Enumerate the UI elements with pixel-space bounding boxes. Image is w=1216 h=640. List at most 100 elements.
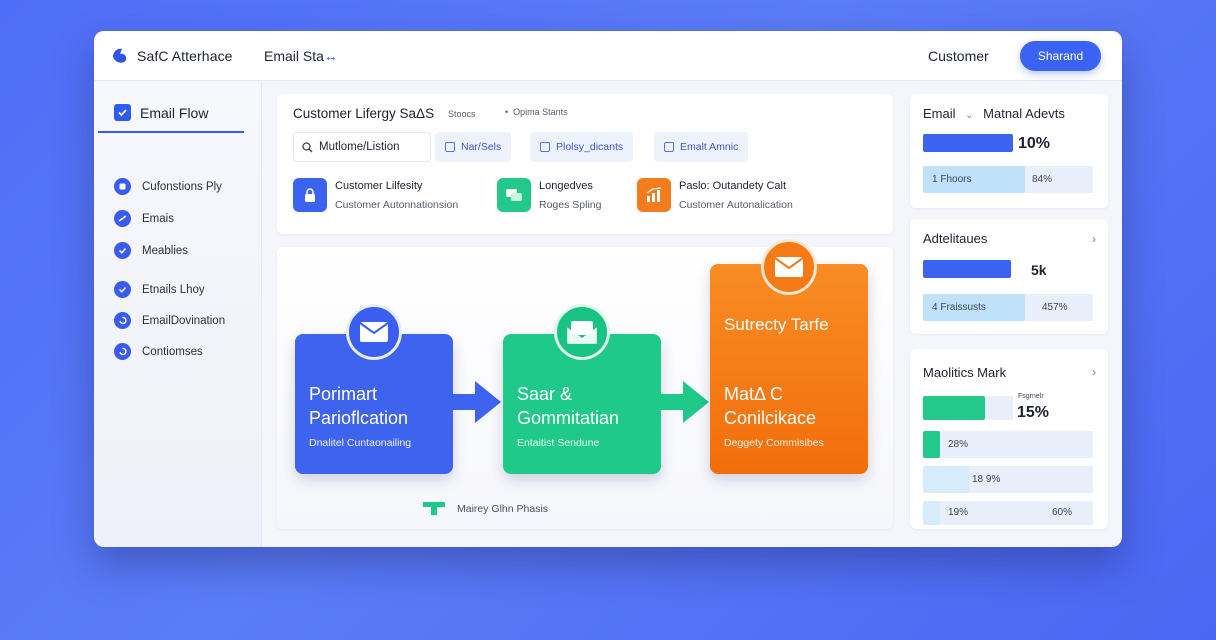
email-flow-diagram: Porimart Parioflcation Dnalitel Cuntaona… xyxy=(277,239,893,529)
search-icon xyxy=(302,141,313,152)
sidebar-item-label: Emais xyxy=(142,212,174,225)
search-input[interactable] xyxy=(319,141,429,153)
sidebar-heading-label: Email Flow xyxy=(140,104,209,121)
stat-bar xyxy=(923,134,1013,152)
top-bar: SafC Atterhace Email Sta↔ Customer Shara… xyxy=(94,31,1122,81)
feature-subtitle: Roges Spling xyxy=(539,199,602,211)
sidebar: Email Flow Cufonstions Ply Emais Meablie… xyxy=(94,82,262,547)
progress-label: 19% xyxy=(948,507,969,518)
sidebar-heading[interactable]: Email Flow xyxy=(114,104,208,121)
stat-value: 10% xyxy=(1018,135,1051,152)
flow-legend: Mairey Glhn Phasis xyxy=(423,502,548,516)
stat-value: 15% xyxy=(1017,404,1050,421)
step-title-line2: Gommitatian xyxy=(517,408,620,428)
lock-icon xyxy=(293,178,327,212)
filter-chip-emalt[interactable]: Emalt Amnic xyxy=(654,132,749,162)
chevron-right-icon[interactable]: › xyxy=(1092,365,1096,379)
card-status-label: Opima Stants xyxy=(513,107,568,117)
step-subtitle: Deggety Commisibes xyxy=(724,437,824,449)
refresh-icon xyxy=(114,343,131,360)
progress-label: 1 Fhoors xyxy=(932,174,972,185)
card-title: Customer Lifergy SaΔS xyxy=(293,106,435,121)
arrow-right-icon xyxy=(453,381,501,423)
progress-fill xyxy=(923,466,969,493)
progress-fill xyxy=(923,431,940,458)
card-subtitle: Stoocs xyxy=(448,109,476,119)
step-subtitle: Dnalitel Cuntaonailing xyxy=(309,437,412,449)
legend-label: Mairey Glhn Phasis xyxy=(457,503,549,515)
nav-email-stats[interactable]: Email Sta↔ xyxy=(264,48,338,64)
progress-value: 84% xyxy=(1032,174,1053,185)
step-title-line1: Saar & xyxy=(517,384,573,404)
mail-open-icon xyxy=(554,304,610,360)
chip-label: Nar/Sels xyxy=(461,141,502,153)
sidebar-item-label: Meablies xyxy=(142,244,189,257)
legend-marker-icon xyxy=(423,502,445,515)
stat-caption: Fsgrnelr xyxy=(1018,393,1044,400)
sidebar-item-emails[interactable]: Emais xyxy=(114,210,174,227)
sidebar-item-cufonstions[interactable]: Cufonstions Ply xyxy=(114,178,222,195)
panel-title: Maolitics Mark xyxy=(923,365,1007,380)
send-icon xyxy=(114,210,131,227)
nav-email-stats-label: Email Sta xyxy=(264,48,324,64)
feature-subtitle: Customer Autonalication xyxy=(679,199,793,211)
search-box[interactable] xyxy=(293,132,431,162)
chevron-down-icon: ⌄ xyxy=(965,110,974,121)
nav-customer[interactable]: Customer xyxy=(928,48,989,64)
step-title-line1: Porimart xyxy=(309,384,378,404)
sidebar-item-label: Contiomses xyxy=(142,345,203,358)
document-icon xyxy=(540,142,550,152)
app-title: SafC Atterhace xyxy=(137,48,233,64)
progress-label: 18 9% xyxy=(972,474,1001,485)
refresh-icon xyxy=(114,312,131,329)
chart-icon xyxy=(637,178,671,212)
app-window: SafC Atterhace Email Sta↔ Customer Shara… xyxy=(94,31,1122,547)
chevron-right-icon[interactable]: › xyxy=(1092,232,1096,246)
step-subtitle: Entaitist Sendune xyxy=(517,437,600,449)
sidebar-item-emaildovination[interactable]: EmailDovination xyxy=(114,312,225,329)
panel-title: Adtelitaues xyxy=(923,231,988,246)
logo-icon xyxy=(113,48,127,63)
share-button[interactable]: Sharand xyxy=(1020,41,1101,71)
feature-paslo[interactable]: Paslo: Outandety Calt Customer Autonalic… xyxy=(637,178,793,212)
chip-label: Plolsy_dicants xyxy=(556,141,624,153)
stat-value: 5k xyxy=(1031,262,1047,278)
nav-arrow-icon: ↔ xyxy=(323,48,338,64)
feature-title: Customer Lilfesity xyxy=(335,180,423,192)
panel-title-label: Email xyxy=(923,106,956,121)
adtelitaues-panel: Adtelitaues › 5k 4 Fraissusts 457% xyxy=(910,219,1108,334)
sidebar-item-meablies[interactable]: Meablies xyxy=(114,242,188,259)
arrow-right-icon xyxy=(661,381,709,423)
sidebar-item-etnails[interactable]: Etnails Lhoy xyxy=(114,281,205,298)
flow-step-sutrecty[interactable]: Sutrecty Tarfe MatΔ C Conilcikace Degget… xyxy=(710,264,868,474)
progress-value: 60% xyxy=(1052,507,1073,518)
progress-label: 28% xyxy=(948,439,969,450)
progress-row xyxy=(923,466,1093,493)
chip-label: Emalt Amnic xyxy=(680,141,739,153)
stat-bar xyxy=(923,260,1011,278)
mail-icon xyxy=(346,304,402,360)
sidebar-item-label: Etnails Lhoy xyxy=(142,283,205,296)
sidebar-item-label: EmailDovination xyxy=(142,314,226,327)
step-title-line2: Conilcikace xyxy=(724,408,817,428)
feature-customer[interactable]: Customer Lilfesity Customer Autonnations… xyxy=(293,178,458,212)
progress-fill xyxy=(923,501,940,525)
stat-bar xyxy=(923,396,985,420)
filter-chip-plolsy[interactable]: Plolsy_dicants xyxy=(530,132,634,162)
card-status: • Opima Stants xyxy=(505,107,568,117)
feature-title: Longedves xyxy=(539,180,593,192)
check-circle-icon xyxy=(114,281,131,298)
panel-title[interactable]: Email ⌄ Matnal Adevts xyxy=(923,106,1065,121)
filter-icon xyxy=(445,142,455,152)
mail-icon xyxy=(664,142,674,152)
shield-icon xyxy=(114,178,131,195)
progress-value: 457% xyxy=(1042,302,1068,313)
feature-subtitle: Customer Autonnationsion xyxy=(335,199,459,211)
progress-label: 4 Fraissusts xyxy=(932,302,986,313)
feature-longedves[interactable]: Longedves Roges Spling xyxy=(497,178,601,212)
sidebar-item-contiomses[interactable]: Contiomses xyxy=(114,343,203,360)
mail-icon xyxy=(761,239,817,295)
maolitics-panel: Maolitics Mark › Fsgrnelr 15% 28% 18 9% … xyxy=(910,349,1108,529)
step-heading: Sutrecty Tarfe xyxy=(724,315,829,334)
filter-chip-nar-sels[interactable]: Nar/Sels xyxy=(435,132,512,162)
